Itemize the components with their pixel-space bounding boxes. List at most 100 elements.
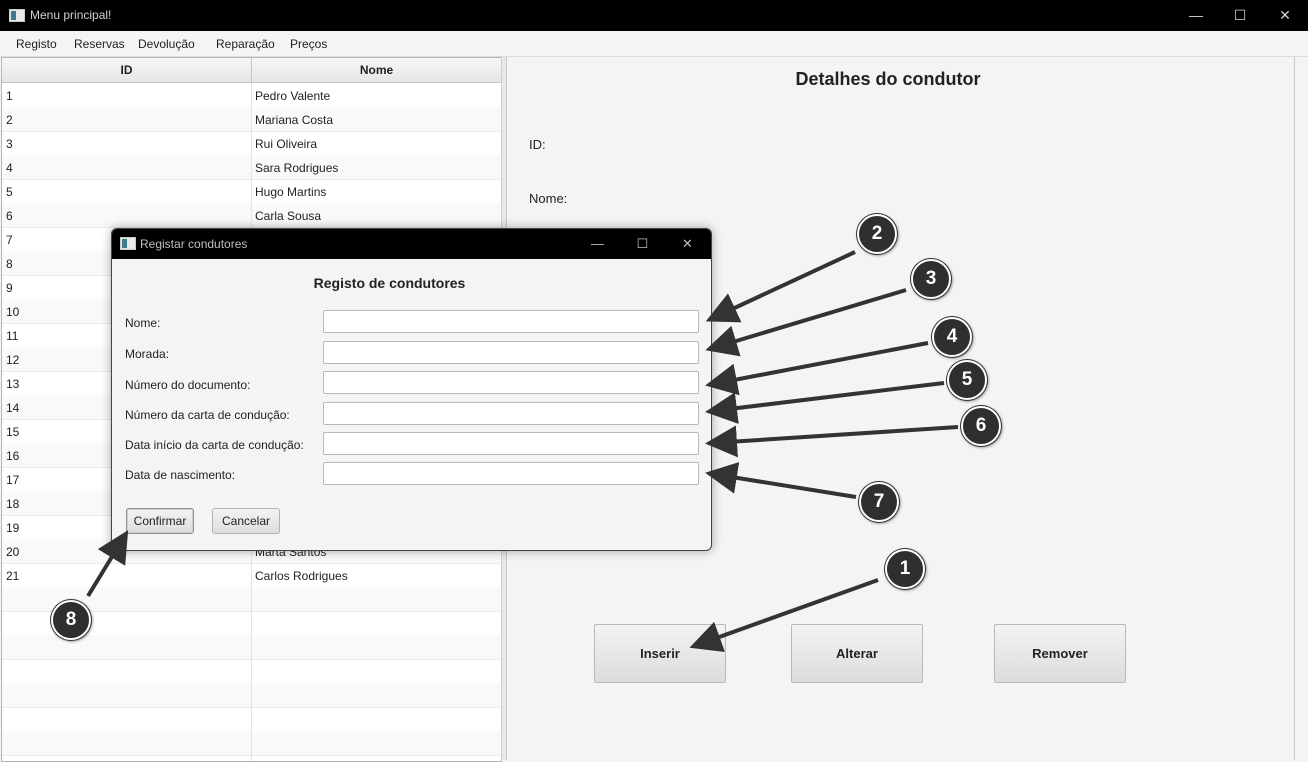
cell-name: Carlos Rodrigues [255, 569, 348, 583]
cell-name: Carla Sousa [255, 209, 322, 223]
minimize-icon[interactable]: — [1173, 0, 1219, 31]
cell-name: Pedro Valente [255, 89, 331, 103]
table-row[interactable]: 4 Sara Rodrigues [2, 155, 501, 180]
cell-id: 10 [6, 305, 20, 319]
callout-1: 1 [885, 549, 925, 589]
cell-id: 12 [6, 353, 20, 367]
column-separator [251, 563, 252, 587]
cell-id: 11 [6, 329, 19, 343]
empty-table-row[interactable] [2, 659, 501, 684]
callout-8: 8 [51, 600, 91, 640]
menu-devolucao[interactable]: Devolução [138, 37, 195, 51]
insert-button[interactable]: Inserir [594, 624, 726, 683]
maximize-icon[interactable]: ☐ [1217, 0, 1263, 31]
license-start-date-field[interactable] [323, 432, 699, 455]
dialog-maximize-icon[interactable]: ☐ [620, 229, 665, 259]
cell-id: 19 [6, 521, 20, 535]
cell-name: Mariana Costa [255, 113, 334, 127]
cancel-button[interactable]: Cancelar [212, 508, 280, 534]
column-separator [251, 659, 252, 683]
birth-date-field-label: Data de nascimento: [125, 468, 236, 482]
name-label: Nome: [529, 191, 568, 206]
column-separator [251, 755, 252, 761]
register-dialog: Registar condutores — ☐ ✕ Registo de con… [111, 228, 712, 551]
empty-table-row[interactable] [2, 731, 501, 756]
table-header: ID Nome [2, 58, 501, 83]
name-field[interactable] [323, 310, 699, 333]
column-separator [251, 83, 252, 107]
empty-table-row[interactable] [2, 755, 501, 761]
callout-6: 6 [961, 406, 1001, 446]
column-separator [251, 203, 252, 227]
menu-bar: Registo Reservas Devolução Reparação Pre… [0, 31, 1308, 57]
menu-reparacao[interactable]: Reparação [216, 37, 275, 51]
callout-5: 5 [947, 360, 987, 400]
window-titlebar: Menu principal! — ☐ ✕ [0, 0, 1308, 31]
cell-id: 18 [6, 497, 20, 511]
cell-name: Sara Rodrigues [255, 161, 339, 175]
cell-id: 2 [6, 113, 13, 127]
column-header-name[interactable]: Nome [252, 58, 501, 82]
cell-id: 13 [6, 377, 20, 391]
menu-registo[interactable]: Registo [16, 37, 57, 51]
callout-3: 3 [911, 259, 951, 299]
cell-id: 21 [6, 569, 20, 583]
cell-id: 3 [6, 137, 13, 151]
cell-id: 15 [6, 425, 20, 439]
column-separator [251, 107, 252, 131]
dialog-titlebar: Registar condutores — ☐ ✕ [112, 229, 711, 259]
table-row[interactable]: 5 Hugo Martins [2, 179, 501, 204]
table-row[interactable]: 1 Pedro Valente [2, 83, 501, 108]
cell-id: 8 [6, 257, 13, 271]
cell-name: Hugo Martins [255, 185, 327, 199]
column-separator [251, 731, 252, 755]
table-row[interactable]: 6 Carla Sousa [2, 203, 501, 228]
cell-id: 9 [6, 281, 13, 295]
empty-table-row[interactable] [2, 683, 501, 708]
callout-4: 4 [932, 317, 972, 357]
birth-date-field[interactable] [323, 462, 699, 485]
column-separator [251, 587, 252, 611]
address-field[interactable] [323, 341, 699, 364]
license-start-date-field-label: Data início da carta de condução: [125, 438, 304, 452]
table-row[interactable]: 3 Rui Oliveira [2, 131, 501, 156]
dialog-close-icon[interactable]: ✕ [665, 229, 710, 259]
document-number-field-label: Número do documento: [125, 378, 251, 392]
close-icon[interactable]: ✕ [1262, 0, 1308, 31]
cell-id: 16 [6, 449, 20, 463]
app-icon [9, 9, 25, 22]
column-header-id[interactable]: ID [2, 58, 252, 82]
empty-table-row[interactable] [2, 707, 501, 732]
id-label: ID: [529, 137, 546, 152]
cell-name: Rui Oliveira [255, 137, 318, 151]
cell-id: 5 [6, 185, 13, 199]
confirm-button[interactable]: Confirmar [126, 508, 194, 534]
table-row[interactable]: 21 Carlos Rodrigues [2, 563, 501, 588]
callout-7: 7 [859, 482, 899, 522]
name-field-label: Nome: [125, 316, 161, 330]
cell-id: 14 [6, 401, 20, 415]
cell-id: 6 [6, 209, 13, 223]
column-separator [251, 683, 252, 707]
cell-id: 4 [6, 161, 13, 175]
document-number-field[interactable] [323, 371, 699, 394]
edit-button[interactable]: Alterar [791, 624, 923, 683]
table-row[interactable]: 2 Mariana Costa [2, 107, 501, 132]
dialog-heading: Registo de condutores [313, 275, 466, 291]
remove-button[interactable]: Remover [994, 624, 1126, 683]
menu-precos[interactable]: Preços [290, 37, 327, 51]
address-field-label: Morada: [125, 347, 170, 361]
window-title: Menu principal! [30, 8, 112, 22]
details-title: Detalhes do condutor [795, 69, 981, 89]
license-number-field[interactable] [323, 402, 699, 425]
cell-id: 20 [6, 545, 20, 559]
cell-id: 7 [6, 233, 13, 247]
column-separator [251, 131, 252, 155]
column-separator [251, 707, 252, 731]
menu-reservas[interactable]: Reservas [74, 37, 125, 51]
column-separator [251, 179, 252, 203]
column-separator [251, 611, 252, 635]
dialog-title: Registar condutores [140, 237, 248, 251]
dialog-minimize-icon[interactable]: — [575, 229, 620, 259]
column-separator [251, 635, 252, 659]
